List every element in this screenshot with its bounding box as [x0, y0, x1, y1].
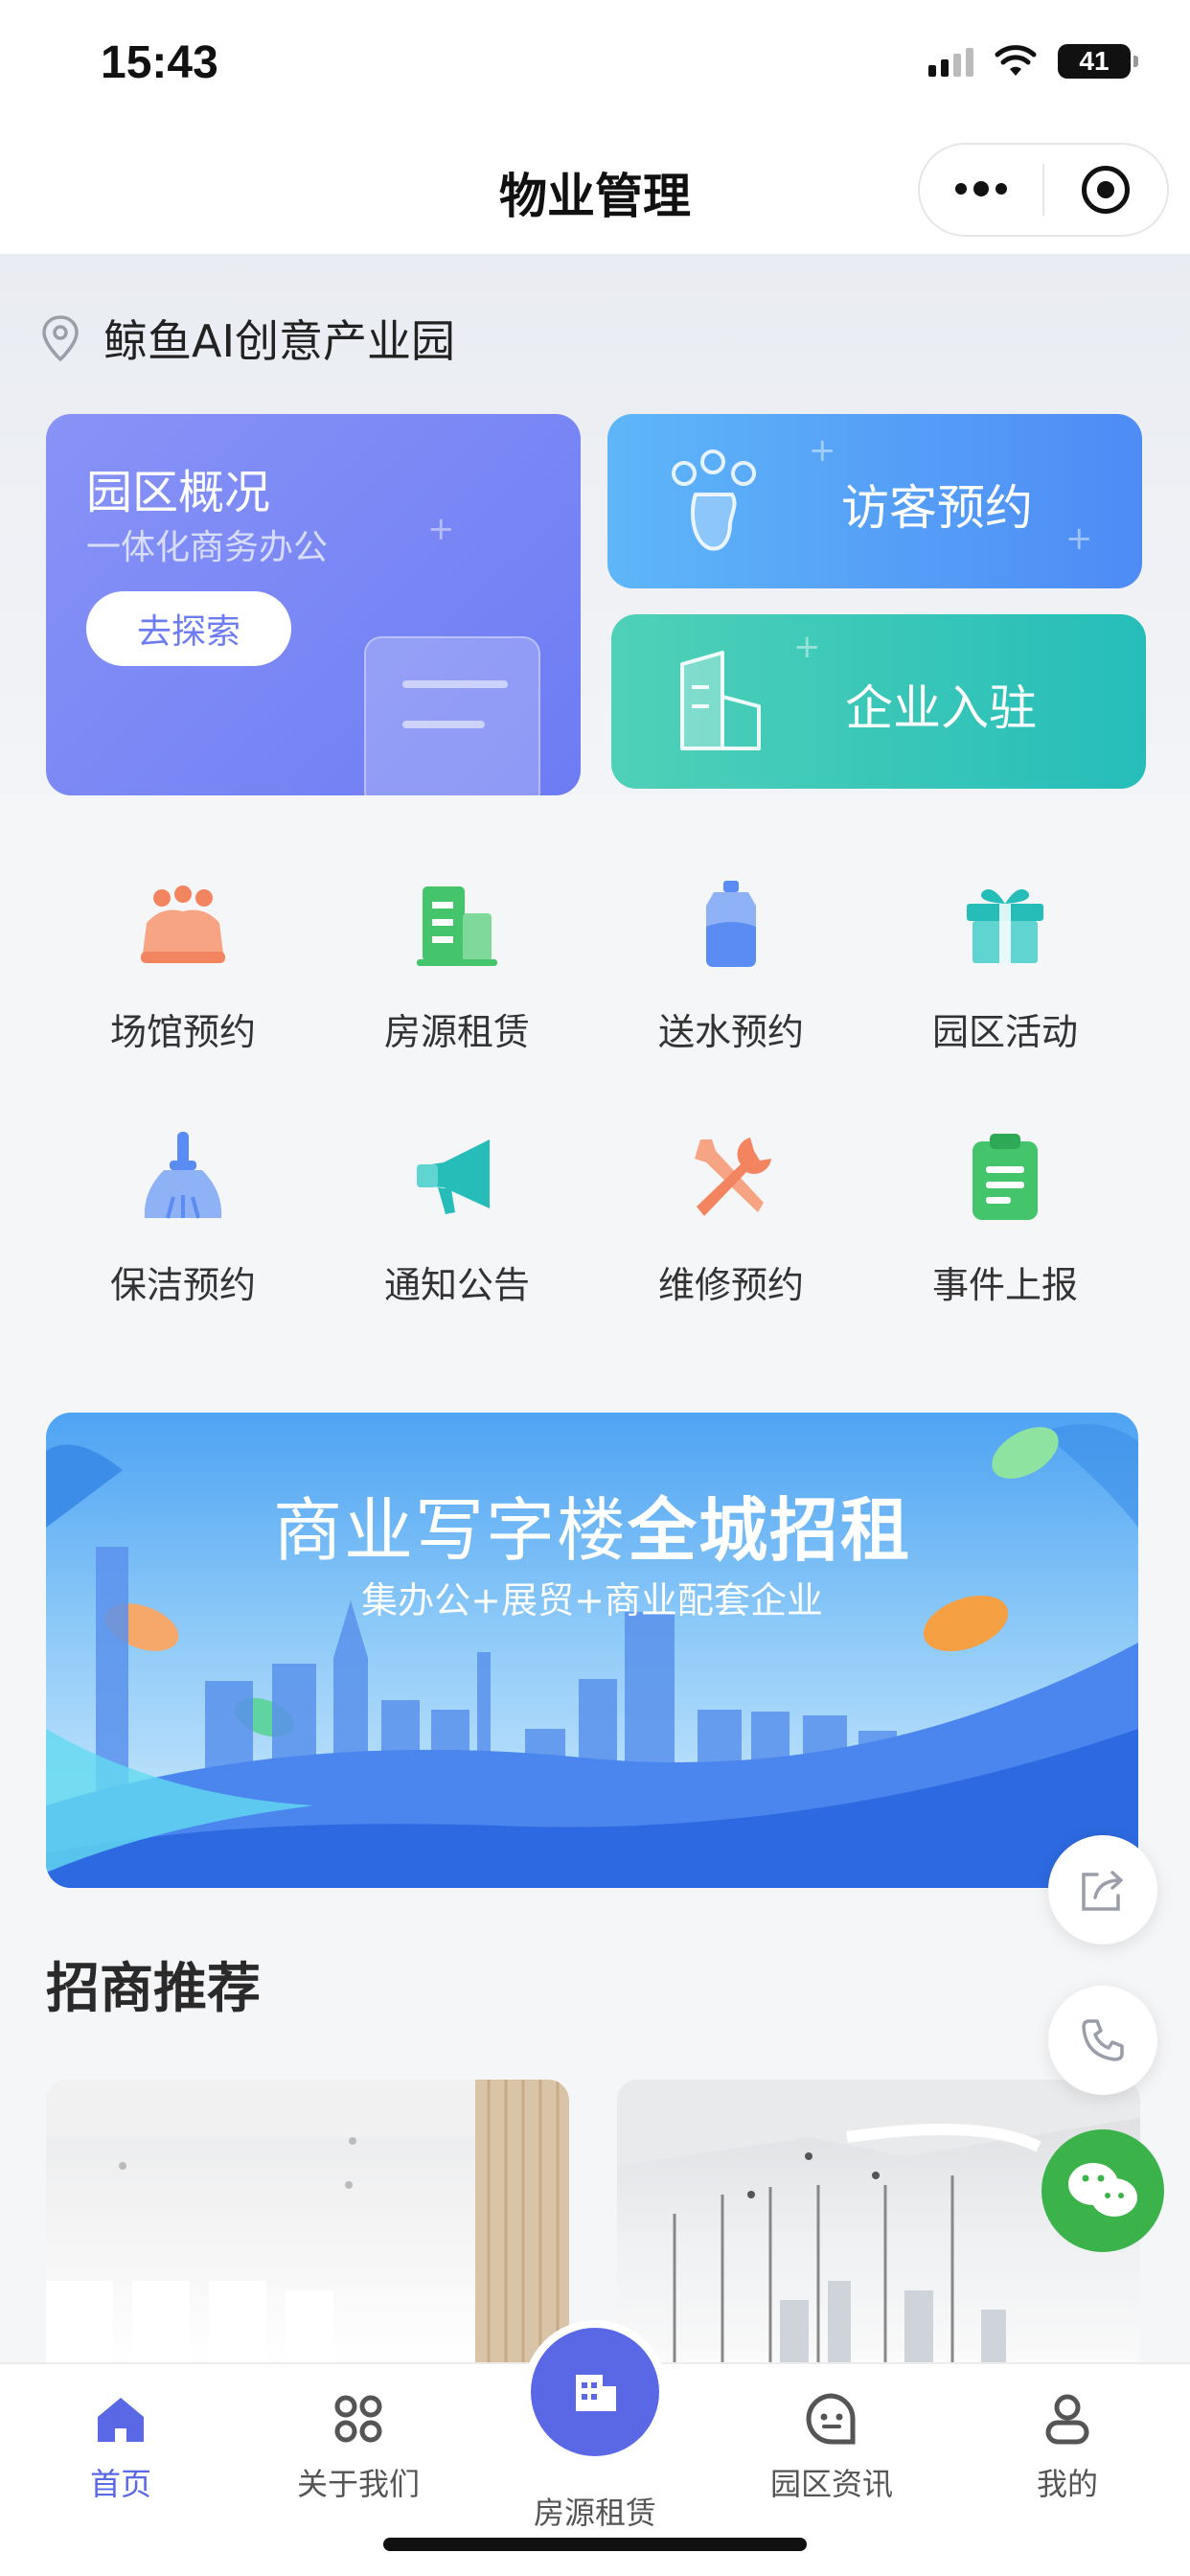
tab-mine[interactable]: 我的 — [972, 2387, 1163, 2504]
nav-bar: 物业管理 — [0, 129, 1190, 254]
plus-decoration-icon: + — [427, 510, 455, 548]
grid-item-label: 送水预约 — [657, 1011, 804, 1053]
grid-item-label: 房源租赁 — [383, 1011, 530, 1053]
visitor-booking-card[interactable]: 访客预约 + + — [607, 414, 1142, 588]
tab-news[interactable]: 园区资讯 — [736, 2387, 927, 2504]
top-area: 鲸鱼AI创意产业园 园区概况 一体化商务办公 去探索 + 访客预约 + + 企业… — [0, 254, 1190, 795]
close-target-icon[interactable] — [1044, 166, 1167, 214]
property-photo[interactable] — [46, 2080, 569, 2367]
explore-button[interactable]: 去探索 — [86, 591, 291, 666]
document-decoration-icon — [364, 636, 540, 795]
building-icon — [576, 2375, 616, 2411]
wechat-contact-button[interactable] — [1041, 2129, 1164, 2252]
office-building-icon — [680, 651, 761, 750]
grid-item-notice[interactable]: 通知公告 — [320, 1125, 594, 1308]
plus-decoration-icon: + — [1065, 519, 1093, 558]
office-interior-image — [46, 2080, 569, 2367]
chat-icon — [736, 2387, 927, 2450]
grid-item-water[interactable]: 送水预约 — [594, 872, 868, 1055]
tab-label: 关于我们 — [296, 2466, 420, 2502]
megaphone-icon — [404, 1125, 510, 1230]
phone-icon — [1082, 2019, 1124, 2061]
enterprise-settle-card[interactable]: 企业入驻 + — [611, 614, 1146, 789]
tab-about[interactable]: 关于我们 — [263, 2387, 454, 2504]
tab-label: 园区资讯 — [769, 2466, 893, 2502]
broom-icon — [130, 1125, 236, 1230]
water-bottle-icon — [678, 872, 784, 978]
tab-housing[interactable]: 房源租赁 — [499, 2489, 691, 2533]
grid-item-activity[interactable]: 园区活动 — [868, 872, 1142, 1055]
building-icon — [404, 872, 510, 978]
grid-item-label: 园区活动 — [931, 1011, 1078, 1053]
grid-item-cleaning[interactable]: 保洁预约 — [46, 1125, 320, 1308]
status-time: 15:43 — [101, 37, 218, 88]
promo-banner[interactable]: 商业写字楼全城招租 集办公+展贸+商业配套企业 — [46, 1413, 1138, 1888]
gift-icon — [952, 872, 1058, 978]
plus-decoration-icon: + — [793, 628, 821, 666]
mini-program-capsule — [918, 143, 1169, 237]
wechat-icon — [1068, 2163, 1137, 2217]
location-pin-icon — [42, 315, 79, 362]
cellular-signal-icon — [928, 46, 973, 77]
grid-item-report[interactable]: 事件上报 — [868, 1125, 1142, 1308]
grid-item-label: 事件上报 — [931, 1264, 1078, 1306]
park-overview-card[interactable]: 园区概况 一体化商务办公 去探索 + — [46, 414, 581, 795]
tab-label: 房源租赁 — [533, 2495, 656, 2531]
user-icon — [972, 2387, 1163, 2450]
banner-title: 商业写字楼全城招租 — [46, 1474, 1138, 1575]
banner-subtitle: 集办公+展贸+商业配套企业 — [361, 1579, 823, 1622]
location-selector[interactable]: 鲸鱼AI创意产业园 — [38, 307, 455, 370]
venue-icon — [130, 872, 236, 978]
settle-label: 企业入驻 — [845, 680, 1037, 736]
clipboard-icon — [952, 1125, 1058, 1230]
share-icon — [1082, 1871, 1123, 1911]
tab-home[interactable]: 首页 — [25, 2387, 217, 2504]
banner-title-normal: 商业写字楼 — [272, 1490, 628, 1571]
share-button[interactable] — [1048, 1835, 1157, 1944]
more-icon[interactable] — [920, 181, 1042, 196]
wifi-icon — [995, 45, 1037, 76]
status-icons: 41 — [928, 44, 1138, 79]
grid-item-label: 保洁预约 — [109, 1264, 256, 1306]
tools-icon — [678, 1125, 784, 1230]
visitor-label: 访客预约 — [841, 480, 1033, 536]
grid-item-label: 维修预约 — [657, 1264, 804, 1306]
tab-label: 我的 — [1036, 2466, 1098, 2502]
tab-label: 首页 — [89, 2466, 151, 2502]
footprint-icon — [672, 449, 756, 551]
grid-item-housing[interactable]: 房源租赁 — [320, 872, 594, 1055]
banner-title-bold: 全城招租 — [628, 1490, 912, 1571]
grid-item-label: 场馆预约 — [109, 1011, 256, 1053]
call-button[interactable] — [1048, 1986, 1157, 2095]
grid-item-label: 通知公告 — [383, 1264, 530, 1306]
grid-item-repair[interactable]: 维修预约 — [594, 1125, 868, 1308]
apps-icon — [263, 2387, 454, 2450]
service-grid: 场馆预约 房源租赁 送水预约 园区活动 保洁预约 通知公告 维修预约 事件上报 — [0, 795, 1190, 1370]
status-bar: 15:43 41 — [0, 0, 1190, 129]
tab-housing-center-button[interactable] — [523, 2320, 667, 2464]
grid-item-venue[interactable]: 场馆预约 — [46, 872, 320, 1055]
overview-subtitle: 一体化商务办公 — [86, 528, 329, 567]
home-icon — [25, 2387, 217, 2450]
plus-decoration-icon: + — [809, 431, 836, 470]
location-text: 鲸鱼AI创意产业园 — [103, 315, 456, 367]
section-title: 招商推荐 — [46, 1958, 261, 2020]
battery-icon: 41 — [1058, 44, 1138, 79]
overview-title: 园区概况 — [86, 466, 271, 519]
home-indicator — [383, 2538, 807, 2551]
